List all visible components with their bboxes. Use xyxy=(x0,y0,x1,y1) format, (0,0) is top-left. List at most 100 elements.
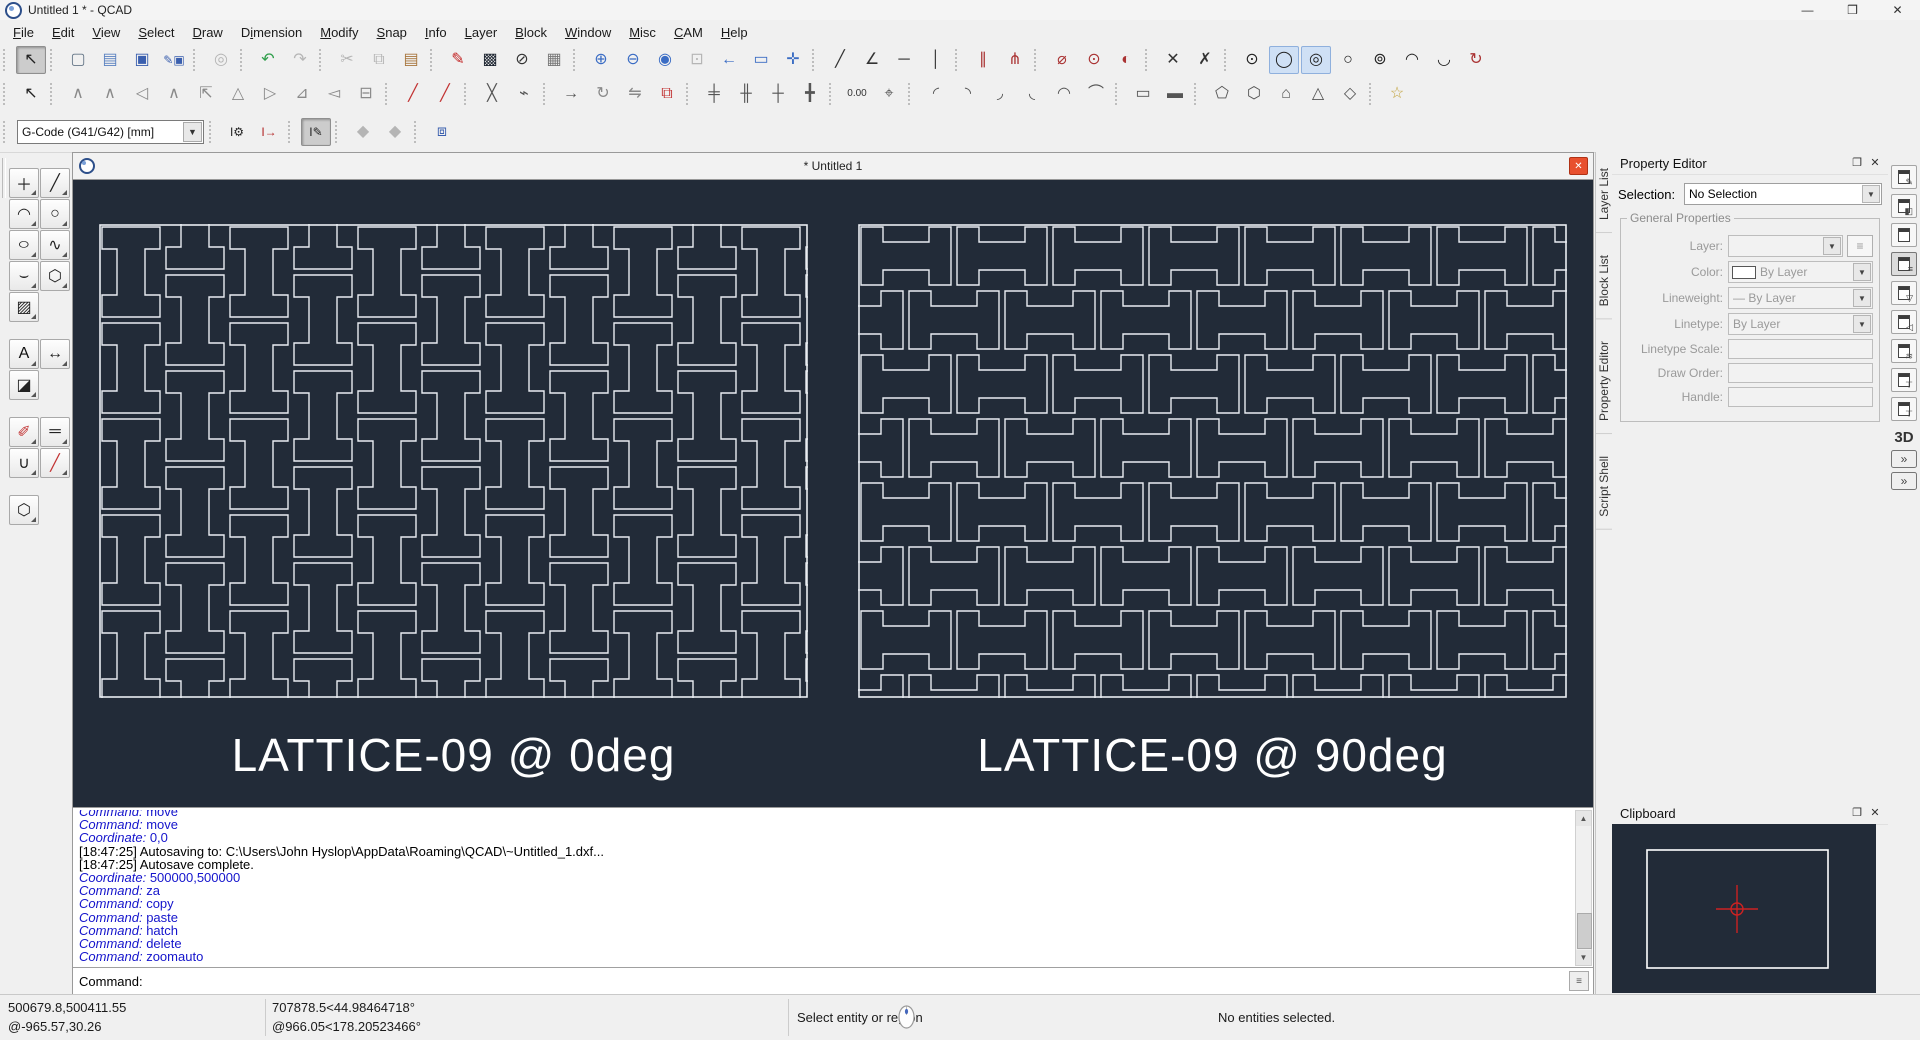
fillet-icon[interactable]: ◜ xyxy=(921,80,951,108)
float-panel-icon[interactable]: ❐ xyxy=(1848,154,1866,171)
minimize-button[interactable]: — xyxy=(1785,0,1830,20)
document-tab[interactable]: * Untitled 1 ✕ xyxy=(73,153,1593,180)
arc-center-point-icon[interactable]: ◠ xyxy=(1397,46,1427,74)
arc-tangent-icon[interactable]: ↻ xyxy=(1461,46,1491,74)
clip-icon[interactable]: ╋ xyxy=(795,80,825,108)
circle-tools-button[interactable]: ○ xyxy=(40,199,70,229)
spline-tools-button[interactable]: ∿ xyxy=(40,230,70,260)
dock-chevron-icon-1[interactable]: » xyxy=(1891,450,1917,468)
pan-icon[interactable]: ✛ xyxy=(778,46,808,74)
menu-layer[interactable]: Layer xyxy=(456,22,507,43)
measure-tools-button[interactable]: ═ xyxy=(40,417,70,447)
translate-icon[interactable]: → xyxy=(556,80,586,108)
scroll-down-icon[interactable]: ▼ xyxy=(1576,950,1591,965)
extend-icon[interactable]: ┼ xyxy=(763,80,793,108)
line-two-points-icon[interactable]: ╱ xyxy=(825,46,855,74)
drawing-canvas[interactable]: LATTICE-09 @ 0deg LATTICE-09 @ 90deg xyxy=(73,180,1593,807)
menu-help[interactable]: Help xyxy=(712,22,757,43)
scroll-up-icon[interactable]: ▲ xyxy=(1576,811,1591,826)
polygon-center-corner-icon[interactable]: ⬠ xyxy=(1207,80,1237,108)
close-panel-icon[interactable]: ✕ xyxy=(1866,804,1884,821)
console-options-icon[interactable]: ≡ xyxy=(1569,971,1589,991)
scrollbar-thumb[interactable] xyxy=(1577,913,1592,949)
redo-icon[interactable]: ↷ xyxy=(285,46,315,74)
polyline-tools-button[interactable]: ⌣ xyxy=(9,261,39,291)
rectangle-icon[interactable]: ▭ xyxy=(1128,80,1158,108)
menu-select[interactable]: Select xyxy=(129,22,183,43)
zoom-auto-icon[interactable]: ◉ xyxy=(650,46,680,74)
menu-misc[interactable]: Misc xyxy=(620,22,665,43)
property-input-draworder[interactable] xyxy=(1728,363,1873,383)
lattice-drawing-0deg[interactable] xyxy=(99,224,808,698)
property-combo-linetype[interactable]: By Layer▼ xyxy=(1728,313,1873,335)
menu-dimension[interactable]: Dimension xyxy=(232,22,311,43)
zoom-out-icon[interactable]: ⊖ xyxy=(618,46,648,74)
image-tool-button[interactable]: ◪ xyxy=(9,370,39,400)
round-corner-icon[interactable]: ◟ xyxy=(1017,80,1047,108)
dock-tab-property-editor[interactable]: Property Editor xyxy=(1596,329,1612,434)
deselect-window-icon[interactable]: ⊟ xyxy=(351,80,381,108)
break-out-segment-icon[interactable]: ⌁ xyxy=(509,80,539,108)
shape-tools-button[interactable]: ⬡ xyxy=(40,261,70,291)
selection-pointer-icon[interactable]: ↖ xyxy=(16,80,46,108)
zoom-window-icon[interactable]: ▭ xyxy=(746,46,776,74)
dock-projection-window-icon[interactable]: ◁ xyxy=(1891,310,1917,334)
select-all-icon[interactable]: ∧ xyxy=(63,80,93,108)
menu-modify[interactable]: Modify xyxy=(311,22,367,43)
line-horizontal-icon[interactable]: ─ xyxy=(889,46,919,74)
trim-both-icon[interactable]: ╫ xyxy=(731,80,761,108)
property-input-linetypescale[interactable] xyxy=(1728,339,1873,359)
arc-three-points-icon[interactable]: ◡ xyxy=(1429,46,1459,74)
trim-icon[interactable]: ╪ xyxy=(699,80,729,108)
bevel-icon[interactable]: ◠ xyxy=(1049,80,1079,108)
chamfer-icon[interactable]: ◝ xyxy=(953,80,983,108)
cam-travel-moves-icon[interactable]: ◆ xyxy=(348,118,378,146)
cam-simulation-toggle-icon[interactable]: I✎ xyxy=(301,118,331,146)
zoom-selection-icon[interactable]: ⊡ xyxy=(682,46,712,74)
hatch-tool-button[interactable]: ▨ xyxy=(9,292,39,322)
dimension-tools-button[interactable]: ↔ xyxy=(40,339,70,369)
print-preview-icon[interactable]: ◎ xyxy=(206,46,236,74)
lattice-caption-0deg[interactable]: LATTICE-09 @ 0deg xyxy=(99,728,808,782)
copy-icon[interactable]: ⧉ xyxy=(364,46,394,74)
circle-two-point-radius-icon[interactable]: ◎ xyxy=(1301,46,1331,74)
select-entity-icon[interactable]: ◁ xyxy=(127,80,157,108)
divide-icon[interactable]: ╳ xyxy=(477,80,507,108)
polygon-side-icon[interactable]: △ xyxy=(1303,80,1333,108)
document-close-button[interactable]: ✕ xyxy=(1569,157,1588,175)
circle-two-points-icon[interactable]: ◯ xyxy=(1269,46,1299,74)
command-history[interactable]: Command: moveCommand: moveCoordinate: 0,… xyxy=(75,810,1573,966)
zoom-in-icon[interactable]: ⊕ xyxy=(586,46,616,74)
background-color-icon[interactable]: ▩ xyxy=(475,46,505,74)
menu-file[interactable]: File xyxy=(4,22,43,43)
lattice-caption-90deg[interactable]: LATTICE-09 @ 90deg xyxy=(858,728,1567,782)
lengthen-icon[interactable]: ╱ xyxy=(398,80,428,108)
point-tools-button[interactable]: ＋ xyxy=(9,168,39,198)
cam-configuration-icon[interactable]: I⚙ xyxy=(222,118,252,146)
polygon-center-side-icon[interactable]: ⬡ xyxy=(1239,80,1269,108)
menu-edit[interactable]: Edit xyxy=(43,22,83,43)
menu-view[interactable]: View xyxy=(83,22,129,43)
text-tool-button[interactable]: A xyxy=(9,339,39,369)
menu-draw[interactable]: Draw xyxy=(183,22,231,43)
draw-pencil-icon[interactable]: ✎ xyxy=(443,46,473,74)
dock-list-window-icon[interactable]: ≡ xyxy=(1891,252,1917,276)
cam-export-icon[interactable]: I→ xyxy=(254,118,284,146)
new-file-icon[interactable]: ▢ xyxy=(63,46,93,74)
boolean-tools-button[interactable]: ∪ xyxy=(9,448,39,478)
viewport-3d-tool-button[interactable]: ⬡ xyxy=(9,495,39,525)
selection-arrow-icon[interactable]: ↖ xyxy=(16,46,46,74)
ellipse-tools-button[interactable]: ○ xyxy=(9,230,39,260)
cam-rapid-moves-icon[interactable]: ◆ xyxy=(380,118,410,146)
undo-icon[interactable]: ↶ xyxy=(253,46,283,74)
deselect-intersected-icon[interactable]: ◅ xyxy=(319,80,349,108)
menu-window[interactable]: Window xyxy=(556,22,620,43)
line-tangent-perpendicular-icon[interactable]: ◐ xyxy=(1111,46,1141,74)
invert-selection-icon[interactable]: ▷ xyxy=(255,80,285,108)
dock-pencil-window-icon[interactable]: ✎ xyxy=(1891,165,1917,189)
panel-grip[interactable] xyxy=(0,152,8,995)
cam-config-dropdown[interactable]: G-Code (G41/G42) [mm]▼ xyxy=(17,120,204,144)
cut-icon[interactable]: ✂ xyxy=(332,46,362,74)
grid-toggle-icon[interactable]: ▦ xyxy=(539,46,569,74)
arc-tools-button[interactable]: ◠ xyxy=(9,199,39,229)
